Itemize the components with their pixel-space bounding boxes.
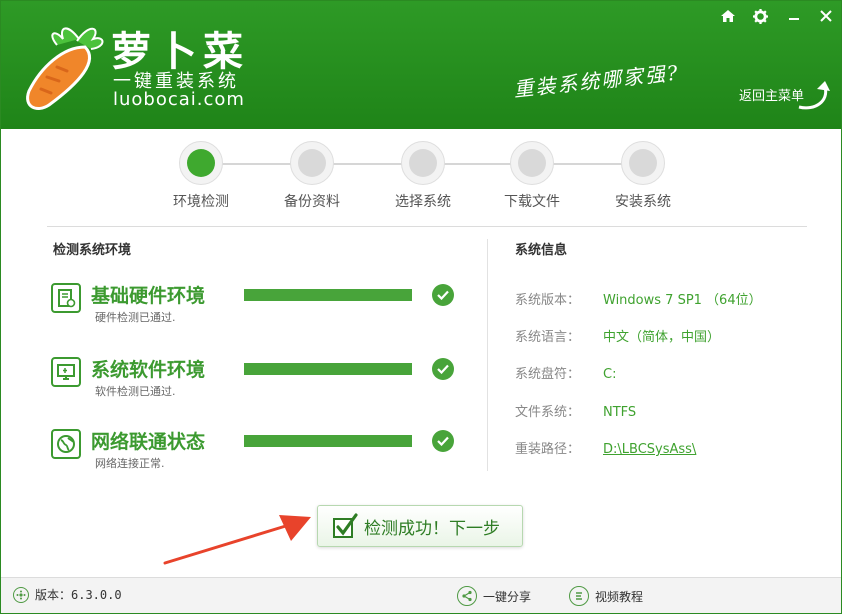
step-2: 备份资料 (267, 141, 357, 211)
slogan: 重装系统哪家强? (512, 60, 681, 102)
info-value: 中文（简体，中国） (603, 330, 721, 345)
step-4: 下载文件 (487, 141, 577, 211)
step-dot (290, 141, 334, 185)
step-dot-active (179, 141, 223, 185)
version-icon (13, 586, 29, 603)
brand-domain: luobocai.com (113, 89, 245, 110)
close-button[interactable] (811, 5, 841, 27)
sysinfo-section-title: 系统信息 (515, 243, 568, 258)
back-main-menu-button[interactable]: 返回主菜单 (737, 77, 833, 113)
checkbox-check-icon (333, 513, 358, 538)
check-item-hardware: 基础硬件环境 硬件检测已通过. (51, 281, 461, 331)
step-label: 选择系统 (395, 194, 451, 210)
carrot-logo-icon (26, 27, 104, 110)
check-desc: 网络连接正常. (95, 457, 165, 470)
step-progress: 环境检测 备份资料 选择系统 下载文件 安装系统 (1, 141, 841, 211)
settings-button[interactable] (745, 5, 775, 27)
info-key: 系统语言： (515, 330, 581, 345)
check-ok-icon (432, 430, 454, 452)
detect-section-title: 检测系统环境 (53, 243, 132, 258)
share-icon (457, 586, 477, 606)
video-label: 视频教程 (595, 589, 644, 604)
header-bar: 萝卜菜 一键重装系统 luobocai.com 重装系统哪家强? 返回主菜单 (1, 1, 841, 129)
step-label: 备份资料 (284, 194, 340, 210)
reinstall-path-link[interactable]: D:\LBCSysAss\ (603, 442, 696, 457)
version-label: 版本：6.3.0.0 (35, 588, 122, 602)
check-item-network: 网络联通状态 网络连接正常. (51, 427, 461, 477)
info-row-language: 系统语言： 中文（简体，中国） (515, 326, 720, 345)
step-dot (621, 141, 665, 185)
gear-icon (752, 8, 768, 24)
next-step-button[interactable]: 检测成功！下一步 (317, 505, 523, 547)
info-row-drive: 系统盘符： C: (515, 363, 616, 382)
info-value: C: (603, 367, 617, 382)
info-key: 系统盘符： (515, 367, 581, 382)
monitor-icon (51, 357, 81, 387)
annotation-arrow-icon (163, 515, 311, 565)
step-1: 环境检测 (156, 141, 246, 211)
info-key: 重装路径： (515, 442, 581, 457)
info-value: Windows 7 SP1 （64位） (603, 293, 762, 308)
info-value: NTFS (603, 405, 637, 420)
progress-bar (244, 363, 412, 375)
video-icon (569, 586, 589, 606)
check-desc: 软件检测已通过. (95, 385, 176, 398)
step-label: 下载文件 (504, 194, 560, 210)
check-item-software: 系统软件环境 软件检测已通过. (51, 355, 461, 405)
info-row-filesystem: 文件系统： NTFS (515, 401, 636, 420)
info-key: 文件系统： (515, 405, 581, 420)
video-tutorial-button[interactable]: 视频教程 (569, 586, 643, 606)
info-key: 系统版本： (515, 293, 581, 308)
step-dot (510, 141, 554, 185)
check-title: 网络联通状态 (91, 431, 206, 453)
check-ok-icon (432, 358, 454, 380)
home-button[interactable] (713, 5, 743, 27)
check-title: 系统软件环境 (91, 359, 206, 381)
info-row-path: 重装路径： D:\LBCSysAss\ (515, 438, 696, 457)
progress-bar (244, 435, 412, 447)
home-icon (721, 10, 735, 22)
globe-icon (51, 429, 81, 459)
divider (47, 226, 807, 227)
app-window: 萝卜菜 一键重装系统 luobocai.com 重装系统哪家强? 返回主菜单 环… (0, 0, 842, 614)
step-label: 环境检测 (173, 194, 229, 210)
share-label: 一键分享 (483, 589, 532, 604)
step-3: 选择系统 (378, 141, 468, 211)
hardware-icon (51, 283, 81, 313)
divider-vertical (487, 239, 488, 471)
progress-bar (244, 289, 412, 301)
next-step-label: 检测成功！下一步 (364, 518, 500, 539)
version-info: 版本：6.3.0.0 (13, 586, 122, 603)
info-row-version: 系统版本： Windows 7 SP1 （64位） (515, 289, 762, 308)
check-title: 基础硬件环境 (91, 285, 206, 307)
minimize-button[interactable] (779, 5, 809, 27)
minimize-icon (789, 18, 799, 20)
check-desc: 硬件检测已通过. (95, 311, 176, 324)
close-icon (820, 10, 832, 22)
check-ok-icon (432, 284, 454, 306)
step-5: 安装系统 (598, 141, 688, 211)
footer-bar: 版本：6.3.0.0 一键分享 视频教程 (1, 577, 841, 613)
step-dot (401, 141, 445, 185)
step-label: 安装系统 (615, 194, 671, 210)
back-arrow-icon (798, 81, 830, 110)
share-button[interactable]: 一键分享 (457, 586, 531, 606)
